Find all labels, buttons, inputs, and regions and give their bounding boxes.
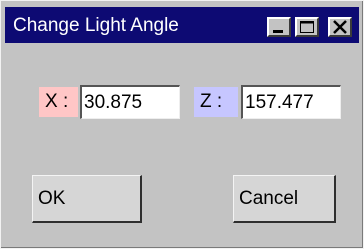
- minimize-button[interactable]: [267, 17, 291, 37]
- z-input[interactable]: [241, 85, 341, 119]
- ok-button[interactable]: OK: [32, 175, 142, 223]
- title-bar[interactable]: Change Light Angle: [5, 7, 359, 43]
- cancel-button[interactable]: Cancel: [233, 175, 336, 223]
- dialog-window: Change Light Angle X : Z : OK Cancel: [0, 0, 364, 249]
- x-label: X :: [39, 87, 78, 117]
- maximize-button[interactable]: [295, 17, 319, 37]
- maximize-icon: [300, 21, 314, 33]
- x-input[interactable]: [80, 85, 180, 119]
- z-label: Z :: [194, 87, 238, 117]
- close-button[interactable]: [328, 17, 352, 37]
- minimize-icon: [273, 30, 283, 33]
- close-icon: [333, 20, 347, 34]
- window-title: Change Light Angle: [13, 15, 179, 36]
